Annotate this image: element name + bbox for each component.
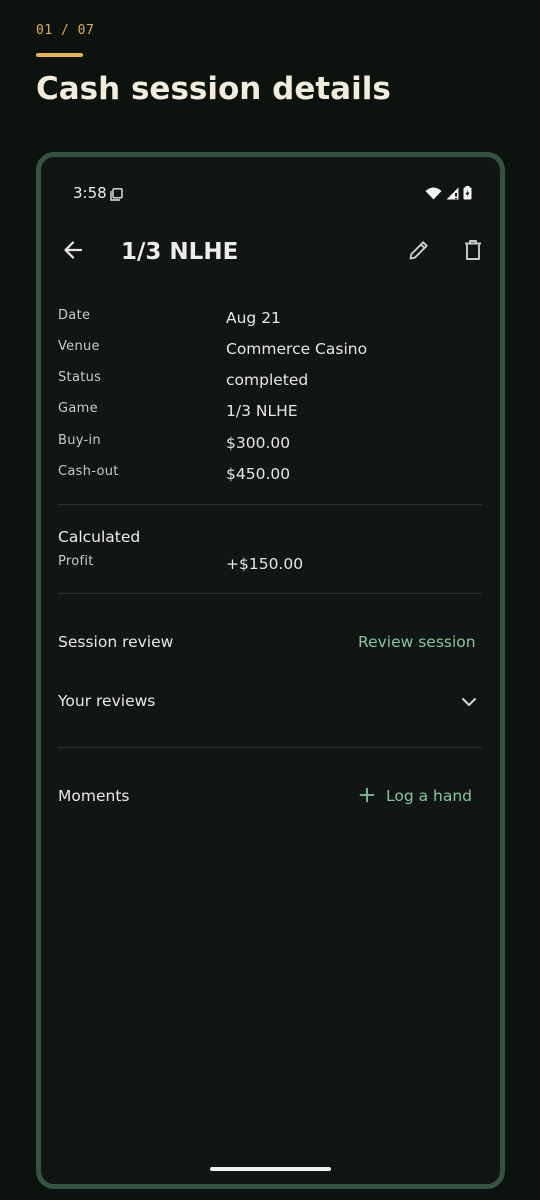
session-review-label: Session review xyxy=(58,633,174,651)
chevron-down-icon xyxy=(461,692,477,711)
status-bar: 3:58 xyxy=(41,157,500,217)
detail-value: Commerce Casino xyxy=(226,340,368,358)
detail-value: Aug 21 xyxy=(226,309,281,327)
pencil-icon xyxy=(408,239,430,265)
review-session-button[interactable]: Review session xyxy=(358,633,476,651)
wifi-icon xyxy=(425,185,442,204)
status-time: 3:58 xyxy=(73,184,107,202)
detail-label: Cash-out xyxy=(58,464,119,479)
plus-icon[interactable] xyxy=(359,787,375,803)
status-icons xyxy=(425,185,472,204)
step-indicator: 01 / 07 xyxy=(36,23,95,38)
log-a-hand-button[interactable]: Log a hand xyxy=(386,787,472,805)
detail-label: Status xyxy=(58,370,102,385)
profit-value: +$150.00 xyxy=(226,555,304,573)
trash-icon xyxy=(463,239,483,265)
signal-icon xyxy=(446,185,459,204)
divider xyxy=(58,593,482,594)
page-title: Cash session details xyxy=(36,71,391,107)
phone-frame: 3:58 1/3 NLHE Date Aug 21 Venue Commerce… xyxy=(36,152,505,1189)
calculated-heading: Calculated xyxy=(58,528,141,546)
app-bar-title: 1/3 NLHE xyxy=(121,239,239,265)
detail-value: 1/3 NLHE xyxy=(226,402,298,420)
divider xyxy=(58,504,482,505)
detail-label: Buy-in xyxy=(58,433,101,448)
detail-value: $300.00 xyxy=(226,434,291,452)
your-reviews-expand-button[interactable] xyxy=(457,689,481,713)
back-button[interactable] xyxy=(59,238,87,266)
detail-label: Game xyxy=(58,401,98,416)
detail-value: completed xyxy=(226,371,309,389)
sim-card-icon xyxy=(110,186,123,201)
delete-button[interactable] xyxy=(459,238,487,266)
home-indicator[interactable] xyxy=(210,1167,331,1171)
arrow-back-icon xyxy=(62,239,84,265)
battery-charging-icon xyxy=(463,185,472,204)
detail-label: Date xyxy=(58,308,91,323)
divider xyxy=(58,747,482,748)
profit-label: Profit xyxy=(58,554,94,569)
detail-label: Venue xyxy=(58,339,100,354)
step-underline xyxy=(36,53,83,57)
edit-button[interactable] xyxy=(405,238,433,266)
your-reviews-label: Your reviews xyxy=(58,692,156,710)
moments-label: Moments xyxy=(58,787,130,805)
detail-value: $450.00 xyxy=(226,465,291,483)
